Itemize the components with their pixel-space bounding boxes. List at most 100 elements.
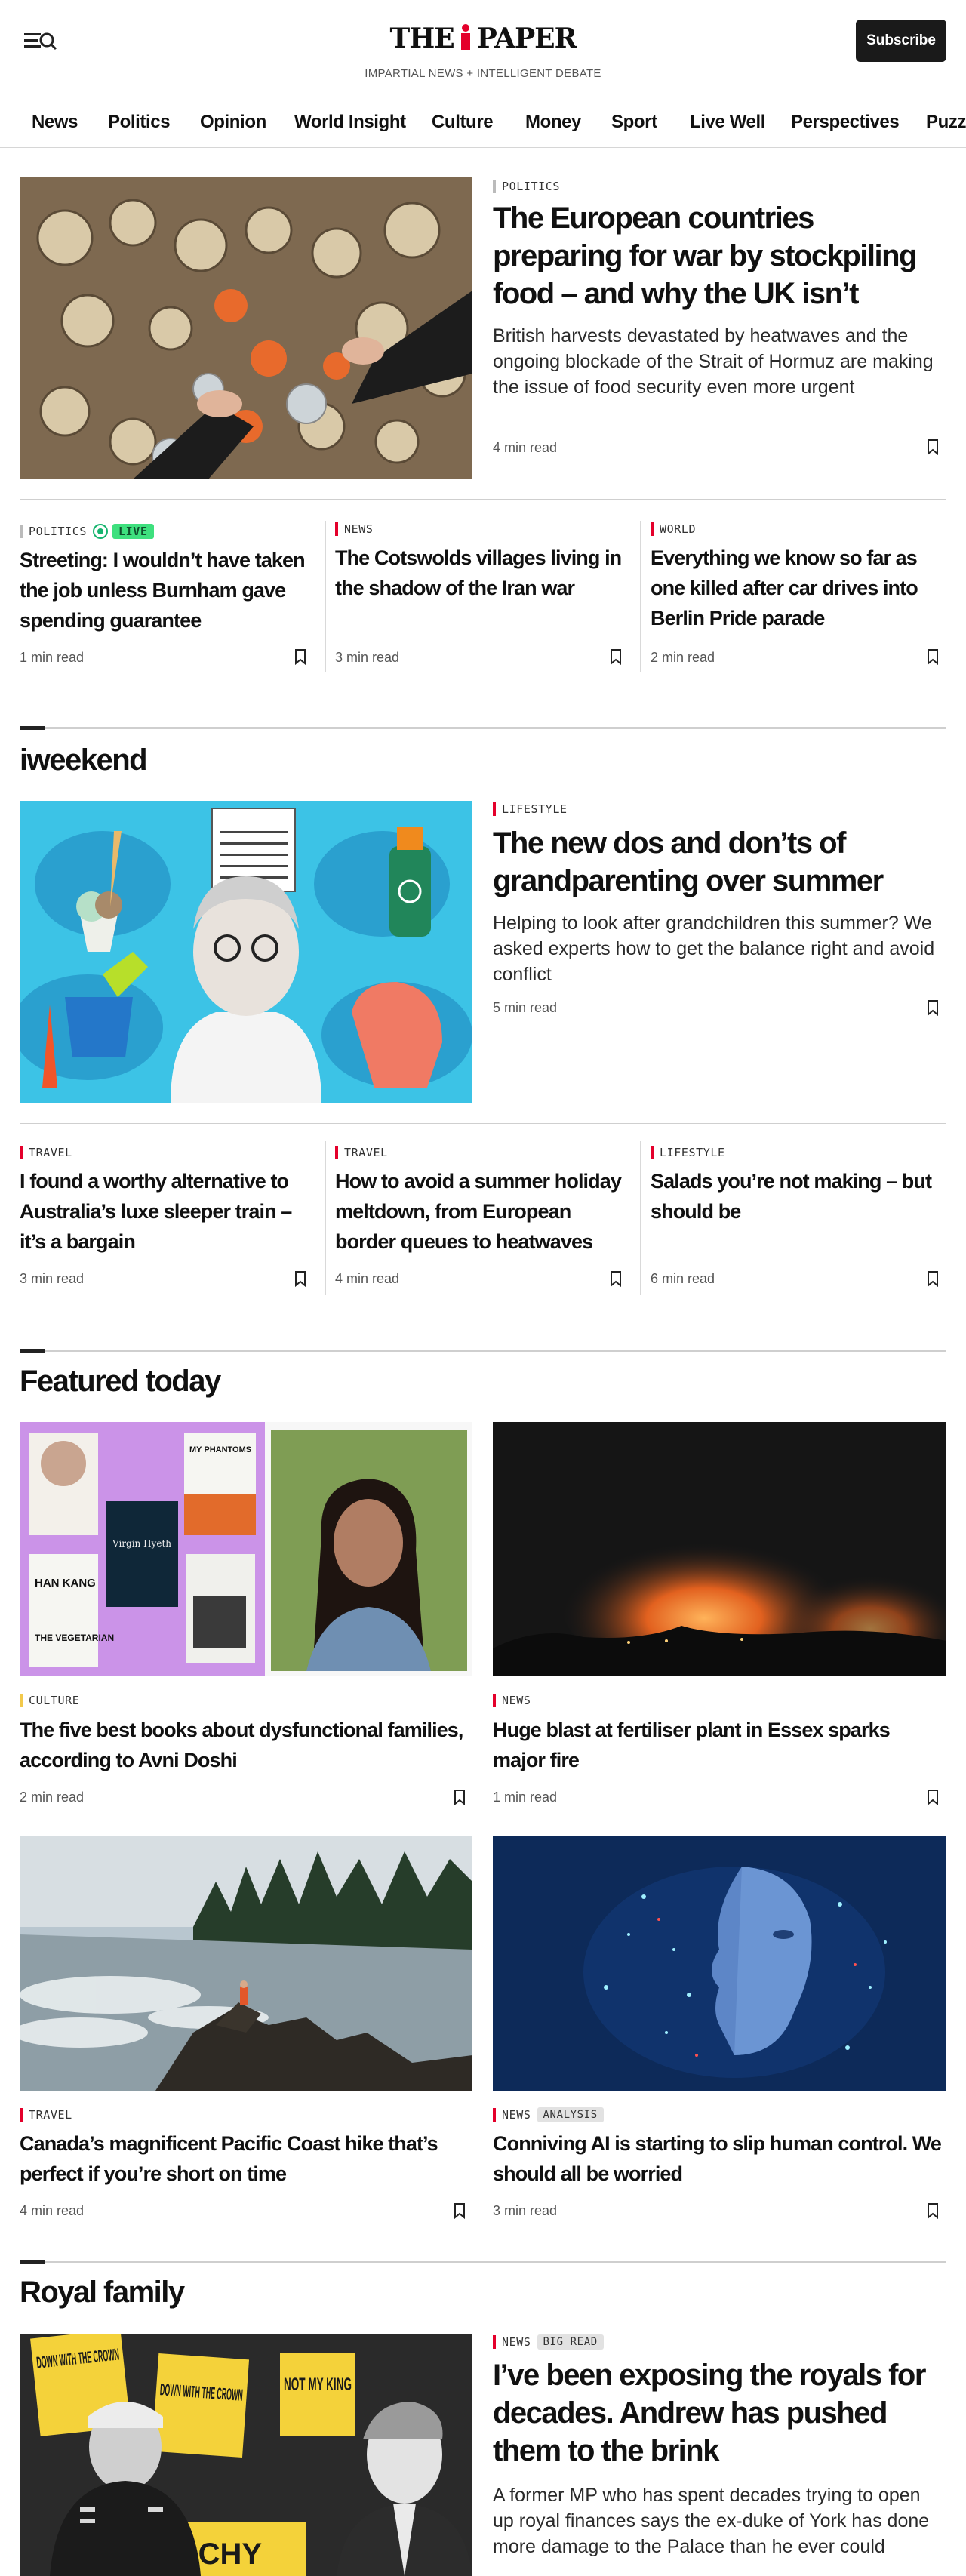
- category-bar: [20, 1694, 23, 1707]
- row1-card1-headline[interactable]: Streeting: I wouldn’t have taken the job…: [20, 545, 314, 636]
- category-text: POLITICS: [502, 180, 561, 193]
- featured-card3-read-time: 4 min read: [20, 2203, 85, 2218]
- bookmark-icon[interactable]: [610, 1270, 622, 1288]
- category-bar: [651, 522, 654, 536]
- bookmark-icon[interactable]: [927, 2202, 939, 2220]
- lead-category-label: POLITICS: [493, 179, 560, 194]
- nav-item-perspectives[interactable]: Perspectives: [791, 97, 900, 147]
- lead-read-time: 4 min read: [493, 440, 558, 455]
- iweekend-card2-read-time: 4 min read: [335, 1271, 400, 1286]
- bookmark-icon[interactable]: [927, 999, 939, 1017]
- category-text: NEWS: [502, 2108, 531, 2122]
- bookmark-icon[interactable]: [927, 439, 939, 456]
- live-badge: LIVE: [112, 524, 154, 539]
- divider: [20, 499, 946, 500]
- featured-card2-label: NEWS: [493, 1693, 531, 1708]
- iweekend-card2-label: TRAVEL: [335, 1145, 388, 1160]
- bookmark-icon[interactable]: [294, 1270, 306, 1288]
- nav-item-money[interactable]: Money: [525, 97, 581, 147]
- section-rule-accent: [20, 726, 45, 730]
- category-text: NEWS: [502, 1694, 531, 1707]
- bookmark-icon[interactable]: [927, 648, 939, 666]
- category-text: TRAVEL: [29, 1146, 72, 1159]
- bookmark-icon[interactable]: [294, 648, 306, 666]
- site-tagline: IMPARTIAL NEWS + INTELLIGENT DEBATE: [365, 67, 601, 80]
- bookmark-icon[interactable]: [454, 2202, 466, 2220]
- section-title-iweekend[interactable]: iweekend: [20, 743, 148, 777]
- category-text: LIFESTYLE: [502, 802, 568, 816]
- category-text: NEWS: [502, 2335, 531, 2349]
- logo-text-right: PAPER: [476, 23, 577, 54]
- lead-headline[interactable]: The European countries preparing for war…: [493, 199, 946, 312]
- nav-item-news[interactable]: News: [32, 97, 78, 147]
- iweekend-lead-read-time: 5 min read: [493, 1000, 558, 1015]
- category-bar: [20, 525, 23, 538]
- featured-card1-label: CULTURE: [20, 1693, 79, 1708]
- row1-card3-headline[interactable]: Everything we know so far as one killed …: [651, 543, 946, 633]
- iweekend-card3-headline[interactable]: Salads you’re not making – but should be: [651, 1166, 946, 1226]
- category-bar: [493, 2335, 496, 2349]
- featured-card2-headline[interactable]: Huge blast at fertiliser plant in Essex …: [493, 1715, 946, 1775]
- iweekend-card1-headline[interactable]: I found a worthy alternative to Australi…: [20, 1166, 314, 1257]
- iweekend-card3-label: LIFESTYLE: [651, 1145, 725, 1160]
- category-bar: [20, 2108, 23, 2122]
- iweekend-card3-read-time: 6 min read: [651, 1271, 715, 1286]
- nav-item-live-well[interactable]: Live Well: [690, 97, 765, 147]
- bookmark-icon[interactable]: [454, 1789, 466, 1806]
- royal-lead-label: NEWS BIG READ: [493, 2334, 604, 2350]
- book-title-han-kang: HAN KANG: [35, 1577, 96, 1590]
- column-divider: [640, 1141, 641, 1295]
- subscribe-button[interactable]: Subscribe: [856, 20, 946, 62]
- section-rule-accent: [20, 1349, 45, 1353]
- category-text: CULTURE: [29, 1694, 80, 1707]
- featured-card4-read-time: 3 min read: [493, 2203, 558, 2218]
- logo-i-icon: [457, 23, 474, 54]
- bookmark-icon[interactable]: [927, 1270, 939, 1288]
- iweekend-lead-image[interactable]: [20, 801, 472, 1103]
- category-text: NEWS: [344, 522, 374, 536]
- category-text: POLITICS: [29, 525, 88, 538]
- royal-lead-image[interactable]: DOWN WITH THE CROWN DOWN WITH THE CROWN …: [20, 2334, 472, 2576]
- lead-story-image[interactable]: [20, 177, 472, 479]
- featured-card3-image[interactable]: [20, 1836, 472, 2091]
- book-title-my-phantoms: MY PHANTOMS: [189, 1445, 251, 1454]
- nav-item-world-insight[interactable]: World Insight: [294, 97, 406, 147]
- royal-lead-standfirst: A former MP who has spent decades trying…: [493, 2485, 930, 2557]
- nav-item-sport[interactable]: Sport: [611, 97, 657, 147]
- featured-card2-read-time: 1 min read: [493, 1790, 558, 1805]
- section-rule-accent: [20, 2260, 45, 2264]
- nav-item-opinion[interactable]: Opinion: [200, 97, 266, 147]
- featured-card4-headline[interactable]: Conniving AI is starting to slip human c…: [493, 2128, 946, 2189]
- category-text: TRAVEL: [29, 2108, 72, 2122]
- main-nav: News Politics Opinion World Insight Cult…: [0, 97, 966, 148]
- nav-item-politics[interactable]: Politics: [108, 97, 171, 147]
- category-bar: [335, 1146, 338, 1159]
- column-divider: [640, 521, 641, 672]
- bookmark-icon[interactable]: [610, 648, 622, 666]
- iweekend-lead-headline[interactable]: The new dos and don’ts of grandparenting…: [493, 824, 946, 900]
- iweekend-card2-headline[interactable]: How to avoid a summer holiday meltdown, …: [335, 1166, 629, 1257]
- nav-item-puzzles[interactable]: Puzzles: [926, 97, 966, 147]
- featured-card1-headline[interactable]: The five best books about dysfunctional …: [20, 1715, 472, 1775]
- live-dot-icon: [93, 524, 109, 539]
- section-title-royal[interactable]: Royal family: [20, 2276, 185, 2310]
- nav-item-culture[interactable]: Culture: [432, 97, 494, 147]
- row1-card2-headline[interactable]: The Cotswolds villages living in the sha…: [335, 543, 629, 603]
- category-bar: [493, 2108, 496, 2122]
- bookmark-icon[interactable]: [927, 1789, 939, 1806]
- column-divider: [325, 1141, 326, 1295]
- royal-lead-headline[interactable]: I’ve been exposing the royals for decade…: [493, 2356, 946, 2470]
- row1-card1-label: POLITICS LIVE: [20, 524, 154, 539]
- column-divider: [325, 521, 326, 672]
- section-rule: [20, 1349, 946, 1353]
- site-logo[interactable]: THE PAPER: [0, 23, 966, 54]
- featured-card1-image[interactable]: HAN KANG THE VEGETARIAN MY PHANTOMS Virg…: [20, 1422, 472, 1676]
- iweekend-card1-label: TRAVEL: [20, 1145, 72, 1160]
- featured-card3-headline[interactable]: Canada’s magnificent Pacific Coast hike …: [20, 2128, 472, 2189]
- row1-card2-read-time: 3 min read: [335, 650, 400, 665]
- section-title-featured[interactable]: Featured today: [20, 1365, 221, 1399]
- row1-card1-read-time: 1 min read: [20, 650, 85, 665]
- featured-card4-image[interactable]: [493, 1836, 946, 2091]
- category-text: TRAVEL: [344, 1146, 388, 1159]
- featured-card2-image[interactable]: [493, 1422, 946, 1676]
